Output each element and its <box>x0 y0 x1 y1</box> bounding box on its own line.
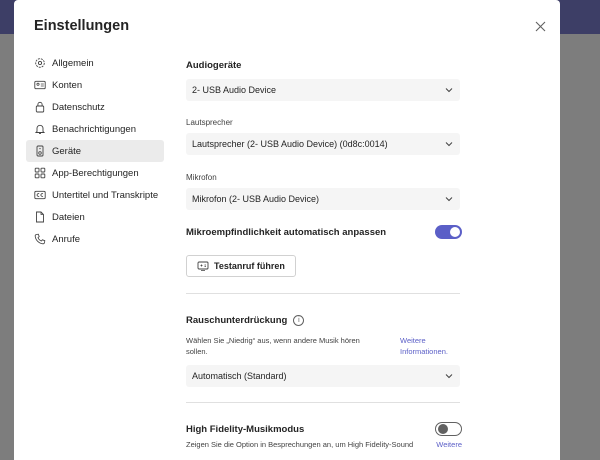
audio-devices-title: Audiogeräte <box>186 60 242 71</box>
speaker-value: Lautsprecher (2- USB Audio Device) (0d8c… <box>192 139 388 149</box>
noise-description: Wählen Sie „Niedrig“ aus, wenn andere Mu… <box>186 336 360 356</box>
hifi-toggle[interactable] <box>435 422 462 436</box>
nav-item-label: Untertitel und Transkripte <box>52 189 159 201</box>
toggle-knob <box>450 227 460 237</box>
bell-icon <box>34 123 46 135</box>
noise-more-info-link[interactable]: Weitere Informationen. <box>400 335 462 357</box>
speaker-label: Lautsprecher <box>186 118 233 127</box>
info-icon[interactable]: i <box>293 315 305 326</box>
speaker-select[interactable]: Lautsprecher (2- USB Audio Device) (0d8c… <box>186 133 460 155</box>
nav-item-allgemein[interactable]: Allgemein <box>26 52 164 74</box>
hifi-title: High Fidelity-Musikmodus <box>186 423 305 435</box>
chevron-down-icon <box>445 374 453 379</box>
noise-header: Rauschunterdrückung i <box>186 315 462 326</box>
nav-item-label: Konten <box>52 79 83 91</box>
backdrop-right <box>560 34 600 460</box>
id-card-icon <box>34 79 46 91</box>
mic-label: Mikrofon <box>186 173 217 182</box>
nav-item-label: Anrufe <box>52 233 80 245</box>
chevron-down-icon <box>445 88 453 93</box>
test-call-label: Testanruf führen <box>214 261 285 271</box>
file-icon <box>34 211 46 223</box>
chevron-down-icon <box>445 197 453 202</box>
settings-nav: Allgemein Konten Datenschutz Benachricht… <box>26 52 164 250</box>
nav-item-label: Benachrichtigungen <box>52 123 136 135</box>
nav-item-label: App-Berechtigungen <box>52 167 139 179</box>
nav-item-benachrichtigungen[interactable]: Benachrichtigungen <box>26 118 164 140</box>
nav-item-konten[interactable]: Konten <box>26 74 164 96</box>
settings-dialog: Einstellungen Allgemein Konten Datenschu… <box>14 0 560 460</box>
noise-title: Rauschunterdrückung <box>186 315 288 326</box>
hifi-description: Zeigen Sie die Option in Besprechungen a… <box>186 440 414 449</box>
hifi-row: High Fidelity-Musikmodus <box>186 422 462 436</box>
close-button[interactable] <box>530 16 550 36</box>
call-test-icon <box>197 261 209 271</box>
phone-icon <box>34 233 46 245</box>
audio-device-select[interactable]: 2- USB Audio Device <box>186 79 460 101</box>
noise-desc-row: Wählen Sie „Niedrig“ aus, wenn andere Mu… <box>186 335 462 357</box>
test-call-button[interactable]: Testanruf führen <box>186 255 296 277</box>
backdrop-left <box>0 34 14 460</box>
nav-item-datenschutz[interactable]: Datenschutz <box>26 96 164 118</box>
auto-sensitivity-row: Mikroempfindlichkeit automatisch anpasse… <box>186 225 462 239</box>
noise-select[interactable]: Automatisch (Standard) <box>186 365 460 387</box>
mic-select[interactable]: Mikrofon (2- USB Audio Device) <box>186 188 460 210</box>
auto-sensitivity-toggle[interactable] <box>435 225 462 239</box>
gear-icon <box>34 57 46 69</box>
nav-item-label: Allgemein <box>52 57 94 69</box>
dialog-title: Einstellungen <box>34 18 130 34</box>
lock-icon <box>34 101 46 113</box>
devices-panel: Audiogeräte 2- USB Audio Device Lautspre… <box>186 52 462 450</box>
divider <box>186 293 460 294</box>
grid-icon <box>34 167 46 179</box>
toggle-knob <box>438 424 448 434</box>
nav-item-anrufe[interactable]: Anrufe <box>26 228 164 250</box>
nav-item-label: Dateien <box>52 211 85 223</box>
device-icon <box>34 145 46 157</box>
hifi-more-info-link[interactable]: Weitere <box>436 439 462 450</box>
nav-item-untertitel[interactable]: Untertitel und Transkripte <box>26 184 164 206</box>
nav-item-geraete[interactable]: Geräte <box>26 140 164 162</box>
captions-icon <box>34 189 46 201</box>
chevron-down-icon <box>445 142 453 147</box>
auto-sensitivity-label: Mikroempfindlichkeit automatisch anpasse… <box>186 226 387 238</box>
mic-value: Mikrofon (2- USB Audio Device) <box>192 194 320 204</box>
nav-item-dateien[interactable]: Dateien <box>26 206 164 228</box>
noise-value: Automatisch (Standard) <box>192 371 287 381</box>
hifi-desc-row: Zeigen Sie die Option in Besprechungen a… <box>186 439 462 450</box>
close-icon <box>535 21 545 31</box>
nav-item-label: Geräte <box>52 145 82 157</box>
divider <box>186 402 460 403</box>
nav-item-app-berechtigungen[interactable]: App-Berechtigungen <box>26 162 164 184</box>
audio-device-value: 2- USB Audio Device <box>192 85 277 95</box>
nav-item-label: Datenschutz <box>52 101 105 113</box>
